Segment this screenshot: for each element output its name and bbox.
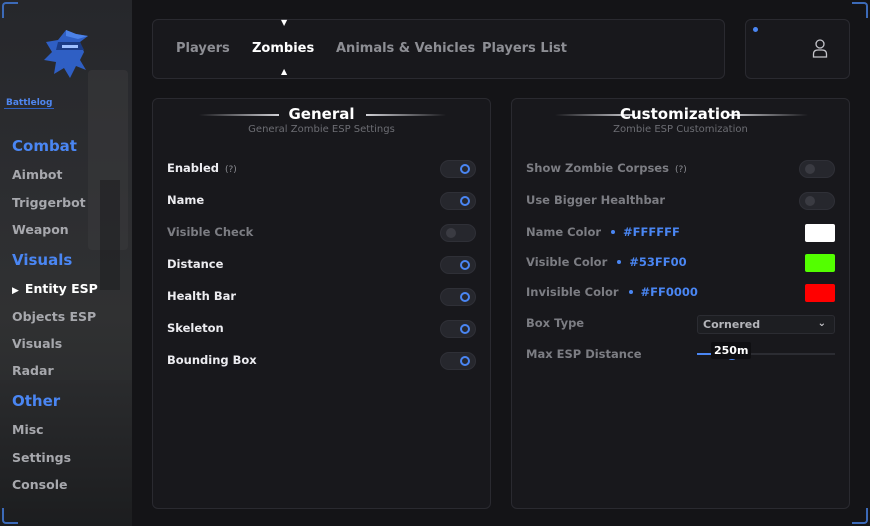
bounding-box-toggle[interactable]: [440, 352, 476, 370]
color-dot: [611, 229, 616, 234]
bigger-healthbar-label: Use Bigger Healthbar: [526, 193, 666, 207]
health-bar-label: Health Bar: [167, 289, 237, 303]
general-title: General: [288, 105, 355, 123]
skeleton-label: Skeleton: [167, 321, 224, 335]
logo-icon: [44, 30, 88, 78]
help-icon[interactable]: (?): [225, 165, 237, 175]
bigger-healthbar-toggle[interactable]: [799, 192, 835, 210]
customization-title: Customization: [619, 105, 741, 123]
visible-check-toggle[interactable]: [440, 224, 476, 242]
toggle-knob: [460, 292, 470, 302]
nav-item-console[interactable]: Console: [12, 477, 67, 492]
customization-subtitle: Zombie ESP Customization: [613, 124, 748, 135]
enabled-toggle[interactable]: [440, 160, 476, 178]
tab-zombies[interactable]: Zombies: [252, 41, 314, 56]
nav-section-visuals: Visuals: [12, 251, 73, 269]
toggle-knob: [460, 164, 470, 174]
name-color-hex: #FFFFFF: [623, 225, 680, 239]
nav-item-objects-esp[interactable]: Objects ESP: [12, 309, 96, 324]
box-type-value: Cornered: [703, 318, 761, 331]
name-color-label: Name Color #FFFFFF: [526, 225, 680, 239]
distance-label: Distance: [167, 257, 224, 271]
nav-item-weapon[interactable]: Weapon: [12, 222, 69, 237]
chevron-down-icon: ⌄: [817, 318, 826, 329]
user-icon[interactable]: [812, 38, 828, 58]
toggle-knob: [446, 228, 456, 238]
sidebar: Battlelog Combat Aimbot Triggerbot Weapo…: [0, 0, 132, 526]
health-bar-toggle[interactable]: [440, 288, 476, 306]
enabled-label: Enabled (?): [167, 161, 237, 175]
box-type-label: Box Type: [526, 316, 585, 330]
toggle-knob: [805, 164, 815, 174]
bounding-box-label: Bounding Box: [167, 353, 257, 367]
tab-animals-vehicles[interactable]: Animals & Vehicles: [336, 41, 475, 56]
toggle-knob: [460, 356, 470, 366]
name-toggle[interactable]: [440, 192, 476, 210]
frame-corner: [2, 508, 18, 524]
visible-color-label: Visible Color #53FF00: [526, 255, 687, 269]
brand-label: Battlelog: [4, 98, 55, 109]
toggle-knob: [460, 196, 470, 206]
user-box: [745, 19, 850, 79]
nav-item-visuals[interactable]: Visuals: [12, 336, 62, 351]
nav-section-combat: Combat: [12, 137, 77, 155]
tab-indicator-down-icon: ▼: [281, 18, 288, 27]
skeleton-toggle[interactable]: [440, 320, 476, 338]
row-label-text: Enabled: [167, 161, 220, 175]
status-dot: [753, 27, 758, 32]
nav-item-triggerbot[interactable]: Triggerbot: [12, 195, 86, 210]
tab-bar: Players Zombies Animals & Vehicles Playe…: [152, 18, 725, 79]
row-label-text: Name Color: [526, 225, 602, 239]
max-distance-slider[interactable]: 250m: [697, 342, 835, 363]
customization-panel: Customization Zombie ESP Customization S…: [511, 98, 850, 509]
frame-corner: [852, 508, 868, 524]
name-label: Name: [167, 193, 205, 207]
box-type-select[interactable]: Cornered ⌄: [697, 315, 835, 334]
general-subtitle: General Zombie ESP Settings: [248, 124, 395, 135]
nav-item-misc[interactable]: Misc: [12, 422, 44, 437]
show-corpses-label: Show Zombie Corpses (?): [526, 161, 687, 175]
nav-item-label: Entity ESP: [24, 281, 98, 296]
frame-corner: [852, 2, 868, 18]
nav-item-settings[interactable]: Settings: [12, 450, 71, 465]
visible-color-hex: #53FF00: [629, 255, 687, 269]
nav-section-other: Other: [12, 392, 61, 410]
color-dot: [628, 289, 633, 294]
toggle-knob: [460, 324, 470, 334]
nav-item-entity-esp[interactable]: ▶ Entity ESP: [12, 281, 98, 296]
help-icon[interactable]: (?): [675, 165, 687, 175]
row-label-text: Show Zombie Corpses: [526, 161, 669, 175]
nav-item-aimbot[interactable]: Aimbot: [12, 167, 63, 182]
name-color-swatch[interactable]: [805, 224, 835, 242]
row-label-text: Invisible Color: [526, 285, 619, 299]
invisible-color-hex: #FF0000: [640, 285, 698, 299]
invisible-color-label: Invisible Color #FF0000: [526, 285, 698, 299]
tab-players[interactable]: Players: [176, 41, 230, 56]
max-distance-label: Max ESP Distance: [526, 347, 642, 361]
visible-check-label: Visible Check: [167, 225, 254, 239]
toggle-knob: [805, 196, 815, 206]
app-window: Battlelog Combat Aimbot Triggerbot Weapo…: [0, 0, 870, 526]
general-panel: General General Zombie ESP Settings Enab…: [152, 98, 491, 509]
tab-players-list[interactable]: Players List: [482, 41, 567, 56]
frame-corner: [2, 2, 18, 18]
distance-toggle[interactable]: [440, 256, 476, 274]
toggle-knob: [460, 260, 470, 270]
sidebar-background-art: [100, 180, 120, 290]
visible-color-swatch[interactable]: [805, 254, 835, 272]
max-distance-value: 250m: [711, 342, 752, 359]
color-dot: [617, 259, 622, 264]
tab-indicator-up-icon: ▲: [281, 67, 288, 76]
invisible-color-swatch[interactable]: [805, 284, 835, 302]
show-corpses-toggle[interactable]: [799, 160, 835, 178]
nav-item-radar[interactable]: Radar: [12, 363, 54, 378]
active-arrow-icon: ▶: [12, 286, 19, 296]
row-label-text: Visible Color: [526, 255, 608, 269]
